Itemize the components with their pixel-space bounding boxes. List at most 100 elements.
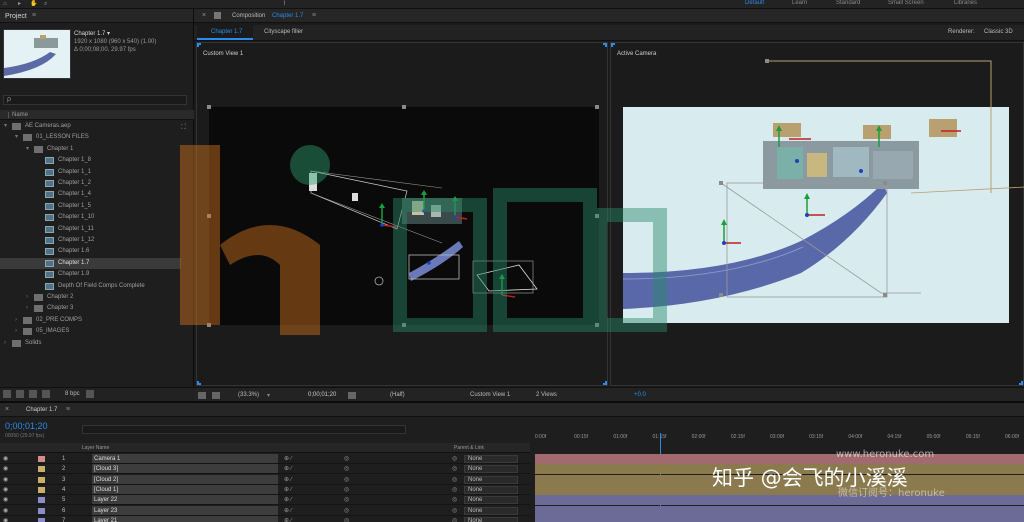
viewer-timecode[interactable]: 0;00;01;20 (308, 392, 336, 398)
views-layout-dropdown[interactable]: 2 Views (536, 392, 557, 398)
new-folder-icon[interactable] (16, 390, 24, 398)
label-color-swatch[interactable] (38, 507, 45, 514)
interpret-footage-icon[interactable] (3, 390, 11, 398)
panel-menu-icon[interactable]: ≡ (66, 406, 70, 413)
trash-icon[interactable] (86, 390, 94, 398)
tree-item-comp[interactable]: Chapter 1_12 (0, 235, 181, 246)
motion-blur-icon[interactable]: ◎ (344, 454, 349, 464)
parent-column[interactable]: Parent & Link (454, 445, 484, 451)
pick-whip-icon[interactable]: ◎ (452, 475, 457, 485)
disclosure-triangle-icon[interactable]: ▾ (4, 121, 7, 132)
tree-item-comp[interactable]: Chapter 1_2 (0, 178, 181, 189)
parent-dropdown[interactable]: None (464, 485, 518, 494)
selection-tool-icon[interactable]: ▸ (18, 1, 24, 7)
tree-item-comp[interactable]: Chapter 1.6 (0, 246, 181, 257)
disclosure-triangle-icon[interactable]: › (26, 292, 28, 303)
visibility-eye-icon[interactable]: ◉ (3, 464, 8, 474)
time-ruler[interactable]: 0:00f00:15f01:00f01:15f02:00f02:15f03:00… (533, 433, 1024, 443)
parent-dropdown[interactable]: None (464, 496, 518, 505)
motion-blur-icon[interactable]: ◎ (344, 495, 349, 505)
tree-item-comp[interactable]: Chapter 1_8 (0, 155, 181, 166)
hand-tool-icon[interactable]: ✋ (30, 1, 37, 7)
current-time-display[interactable]: 0;00;01;20 (5, 421, 48, 431)
view-dropdown[interactable]: Custom View 1 (470, 392, 510, 398)
zoom-tool-icon[interactable]: ⌕ (44, 1, 50, 7)
label-color-swatch[interactable] (38, 517, 45, 522)
layer-row[interactable]: ◉ 5 Layer 22 ⊕ ∕ ◎ ◎ None (0, 495, 530, 506)
layer-row[interactable]: ◉ 4 [Cloud 1] ⊕ ∕ ◎ ◎ None (0, 484, 530, 495)
layer-name[interactable]: Camera 1 (92, 454, 278, 463)
project-panel-title[interactable]: Project (5, 13, 27, 20)
workspace-default[interactable]: Default (745, 0, 764, 6)
preview-icon[interactable] (198, 392, 206, 399)
tree-item-folder[interactable]: › 02_PRE COMPS (0, 315, 181, 326)
layer-switches[interactable]: ⊕ ∕ (284, 495, 292, 505)
renderer-value[interactable]: Classic 3D (984, 29, 1013, 35)
disclosure-triangle-icon[interactable]: › (4, 338, 6, 349)
layer-name[interactable]: Layer 23 (92, 505, 278, 515)
layer-switches[interactable]: ⊕ ∕ (284, 516, 292, 522)
layer-name[interactable]: Layer 22 (92, 495, 278, 505)
panel-menu-icon[interactable]: ≡ (312, 12, 316, 19)
disclosure-triangle-icon[interactable]: › (15, 326, 17, 337)
label-color-swatch[interactable] (38, 466, 45, 473)
exposure-value[interactable]: +0.0 (634, 392, 646, 398)
visibility-eye-icon[interactable]: ◉ (3, 506, 8, 516)
home-icon[interactable]: ⌂ (3, 1, 9, 7)
layer-row[interactable]: ◉ 2 [Cloud 3] ⊕ ∕ ◎ ◎ None (0, 464, 530, 475)
layer-row[interactable]: ◉ 7 Layer 21 ⊕ ∕ ◎ ◎ None (0, 515, 530, 522)
visibility-eye-icon[interactable]: ◉ (3, 485, 8, 495)
layer-row[interactable]: ◉ 1 Camera 1 ⊕ ∕ ◎ ◎ None (0, 454, 530, 464)
panel-menu-icon[interactable]: ≡ (32, 12, 36, 19)
visibility-eye-icon[interactable]: ◉ (3, 454, 8, 464)
tab-cityscape-filler[interactable]: Cityscape filler (264, 29, 303, 35)
layer-switches[interactable]: ⊕ ∕ (284, 506, 292, 516)
motion-blur-icon[interactable]: ◎ (344, 485, 349, 495)
layer-duration-bar[interactable] (535, 515, 1024, 522)
layer-switches[interactable]: ⊕ ∕ (284, 485, 292, 495)
tree-item-folder[interactable]: ▾ Chapter 1 (0, 144, 181, 155)
layer-switches[interactable]: ⊕ ∕ (284, 475, 292, 485)
disclosure-triangle-icon[interactable]: › (15, 315, 17, 326)
parent-dropdown[interactable]: None (464, 465, 518, 474)
timeline-search-input[interactable] (82, 425, 406, 434)
visibility-eye-icon[interactable]: ◉ (3, 516, 8, 522)
timeline-tab-label[interactable]: Chapter 1.7 (26, 407, 57, 413)
tree-item-comp[interactable]: Chapter 1.7 (0, 257, 181, 269)
close-icon[interactable]: × (5, 406, 9, 413)
disclosure-triangle-icon[interactable]: ▾ (15, 132, 18, 143)
pick-whip-icon[interactable]: ◎ (452, 454, 457, 464)
visibility-eye-icon[interactable]: ◉ (3, 495, 8, 505)
new-comp-icon[interactable] (29, 390, 37, 398)
tree-item-comp[interactable]: Chapter 1_10 (0, 212, 181, 223)
motion-blur-icon[interactable]: ◎ (344, 516, 349, 522)
tree-item-comp[interactable]: Chapter 1_5 (0, 201, 181, 212)
lock-icon[interactable] (214, 12, 221, 19)
label-color-swatch[interactable] (38, 476, 45, 483)
pick-whip-icon[interactable]: ◎ (452, 516, 457, 522)
disclosure-triangle-icon[interactable]: › (26, 303, 28, 314)
label-color-swatch[interactable] (38, 486, 45, 493)
layer-row[interactable]: ◉ 6 Layer 23 ⊕ ∕ ◎ ◎ None (0, 505, 530, 516)
snapping-icon[interactable]: ⌇ (283, 1, 289, 7)
tree-item-comp[interactable]: Chapter 1_11 (0, 224, 181, 235)
label-color-swatch[interactable] (38, 497, 45, 504)
parent-dropdown[interactable]: None (464, 506, 518, 515)
parent-dropdown[interactable]: None (464, 516, 518, 522)
active-camera-view[interactable]: Active Camera (610, 42, 1024, 386)
name-column-label[interactable]: Name (12, 112, 28, 118)
pick-whip-icon[interactable]: ◎ (452, 495, 457, 505)
zoom-dropdown[interactable]: (33.3%) (238, 392, 259, 398)
layer-duration-bar[interactable] (535, 495, 1024, 506)
tree-item-folder[interactable]: › Solids (0, 338, 181, 349)
tree-item-folder[interactable]: ▾ AE Cameras.aep (0, 121, 181, 132)
project-settings-icon[interactable] (42, 390, 50, 398)
layer-name[interactable]: Layer 21 (92, 515, 278, 522)
layer-switches[interactable]: ⊕ ∕ (284, 454, 292, 464)
tree-item-folder[interactable]: ▾ 01_LESSON FILES (0, 132, 181, 143)
layer-name-column[interactable]: Layer Name (82, 445, 109, 451)
layer-name[interactable]: [Cloud 1] (92, 484, 278, 494)
bit-depth-label[interactable]: 8 bpc (65, 391, 80, 397)
visibility-eye-icon[interactable]: ◉ (3, 475, 8, 485)
tree-item-comp[interactable]: Chapter 1_4 (0, 189, 181, 200)
